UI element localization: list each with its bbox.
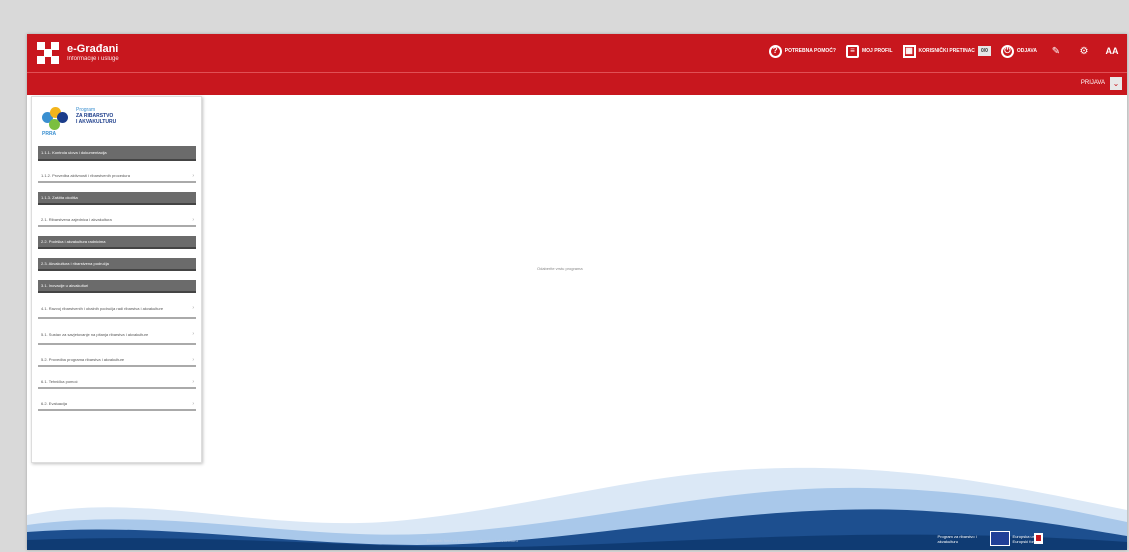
chevron-right-icon: › bbox=[192, 331, 194, 337]
profile-label: MOJ PROFIL bbox=[861, 48, 893, 54]
top-header: e-Građani Informacije i usluge ? POTREBN… bbox=[27, 34, 1127, 72]
site-name: e-Građani bbox=[67, 43, 119, 55]
site-logo[interactable]: e-Građani Informacije i usluge bbox=[37, 42, 119, 64]
sidebar: PRRA Program ZA RIBARSTVO I AKVAKULTURU … bbox=[31, 96, 202, 463]
chevron-down-icon[interactable]: ⌄ bbox=[1110, 77, 1122, 90]
sidebar-menu: 1.1.1. Kontrola ulova i dokumentacija 1.… bbox=[38, 146, 196, 420]
chevron-right-icon: › bbox=[192, 217, 194, 223]
logout-button[interactable]: ⏻ ODJAVA bbox=[1000, 44, 1037, 58]
empty-state-message: Odaberite vrstu programa bbox=[537, 266, 583, 271]
site-subtitle: Informacije i usluge bbox=[67, 56, 119, 62]
sidebar-item-label: 2.2. Podrška i akvakultura radnicima bbox=[41, 239, 106, 244]
eu-flag-icon bbox=[989, 531, 1010, 546]
document-icon: ≡ bbox=[845, 44, 859, 58]
sidebar-item[interactable]: 5.2. Provedba programa ribarstva i akvak… bbox=[38, 354, 196, 367]
sidebar-item[interactable]: 6.1. Tehnička pomoć › bbox=[38, 376, 196, 389]
chevron-right-icon: › bbox=[192, 401, 194, 407]
sidebar-item-label: 1.1.1. Kontrola ulova i dokumentacija bbox=[41, 150, 107, 155]
program-logo-icon: PRRA bbox=[42, 107, 70, 137]
power-icon: ⏻ bbox=[1000, 44, 1014, 58]
program-line3: I AKVAKULTURU bbox=[76, 119, 117, 125]
sidebar-item-label: 2.3. Akvakultura i ribarstvena područja bbox=[41, 261, 109, 266]
chevron-right-icon: › bbox=[192, 173, 194, 179]
header-tools: ? POTREBNA POMOĆ? ≡ MOJ PROFIL ▦ KORISNI… bbox=[768, 42, 1121, 60]
sidebar-item-label: 4.1. Razvoj ribarstvenih i obalnih podru… bbox=[41, 306, 164, 311]
sidebar-item[interactable]: 5.1. Sustav za savjetovanje na pitanja r… bbox=[38, 328, 196, 345]
sidebar-item[interactable]: 2.2. Podrška i akvakultura radnicima bbox=[38, 236, 196, 249]
footer-text: Europski fond za pomorstvo, ribarstvo i … bbox=[427, 538, 518, 543]
sub-header: PRIJAVA ⌄ bbox=[27, 72, 1127, 95]
edit-icon: ✎ bbox=[1051, 45, 1061, 57]
sidebar-item[interactable]: 4.1. Razvoj ribarstvenih i obalnih podru… bbox=[38, 302, 196, 319]
sidebar-item[interactable]: 1.1.3. Zaštita okoliša bbox=[38, 192, 196, 205]
calendar-icon: ▦ bbox=[902, 44, 916, 58]
sidebar-item[interactable]: 6.2. Evaluacija › bbox=[38, 398, 196, 411]
eu-logo: Europska unija Europski fond bbox=[989, 531, 1039, 546]
sidebar-item-label: 2.1. Ribarstvena zajednica i akvakultura bbox=[41, 217, 112, 222]
settings-button[interactable]: ⚙ bbox=[1075, 42, 1093, 60]
sidebar-item-label: 1.1.2. Provedba aktivnosti i ribarstveni… bbox=[41, 173, 130, 178]
help-button[interactable]: ? POTREBNA POMOĆ? bbox=[768, 44, 836, 58]
logo-icon bbox=[37, 42, 59, 64]
program-footer-logo: Program za ribarstvo i akvakulturu bbox=[937, 533, 977, 544]
edit-button[interactable]: ✎ bbox=[1047, 42, 1065, 60]
inbox-count-badge: 0/0 bbox=[977, 46, 991, 56]
coat-of-arms-icon bbox=[1034, 533, 1043, 544]
sidebar-item-label: 5.2. Provedba programa ribarstva i akvak… bbox=[41, 357, 125, 362]
sidebar-item[interactable]: 1.1.1. Kontrola ulova i dokumentacija bbox=[38, 146, 196, 161]
inbox-label: KORISNIČKI PRETINAC bbox=[918, 48, 975, 54]
text-size-button[interactable]: AA bbox=[1103, 42, 1121, 60]
sidebar-item[interactable]: 3.1. Inovacije u akvakulturi bbox=[38, 280, 196, 293]
login-link[interactable]: PRIJAVA bbox=[1081, 80, 1105, 86]
help-icon: ? bbox=[768, 44, 782, 58]
sidebar-item-label: 5.1. Sustav za savjetovanje na pitanja r… bbox=[41, 332, 149, 337]
help-label: POTREBNA POMOĆ? bbox=[784, 48, 836, 54]
sidebar-item[interactable]: 2.1. Ribarstvena zajednica i akvakultura… bbox=[38, 214, 196, 227]
sidebar-item-label: 1.1.3. Zaštita okoliša bbox=[41, 195, 78, 200]
settings-icon: ⚙ bbox=[1079, 45, 1089, 57]
chevron-right-icon: › bbox=[192, 305, 194, 311]
logout-label: ODJAVA bbox=[1016, 48, 1037, 54]
program-abbr: PRRA bbox=[42, 131, 57, 137]
sidebar-item-label: 3.1. Inovacije u akvakulturi bbox=[41, 283, 89, 288]
text-size-label: AA bbox=[1105, 46, 1119, 56]
profile-button[interactable]: ≡ MOJ PROFIL bbox=[845, 44, 893, 58]
chevron-right-icon: › bbox=[192, 379, 194, 385]
program-logo: PRRA Program ZA RIBARSTVO I AKVAKULTURU bbox=[42, 107, 117, 137]
chevron-right-icon: › bbox=[192, 357, 194, 363]
sidebar-item[interactable]: 1.1.2. Provedba aktivnosti i ribarstveni… bbox=[38, 170, 196, 183]
sidebar-item-label: 6.1. Tehnička pomoć bbox=[41, 379, 78, 384]
footer-logos: Program za ribarstvo i akvakulturu Europ… bbox=[938, 531, 1039, 546]
sidebar-item[interactable]: 2.3. Akvakultura i ribarstvena područja bbox=[38, 258, 196, 271]
app-window: e-Građani Informacije i usluge ? POTREBN… bbox=[27, 34, 1127, 550]
sidebar-item-label: 6.2. Evaluacija bbox=[41, 401, 68, 406]
inbox-button[interactable]: ▦ KORISNIČKI PRETINAC 0/0 bbox=[902, 44, 991, 58]
